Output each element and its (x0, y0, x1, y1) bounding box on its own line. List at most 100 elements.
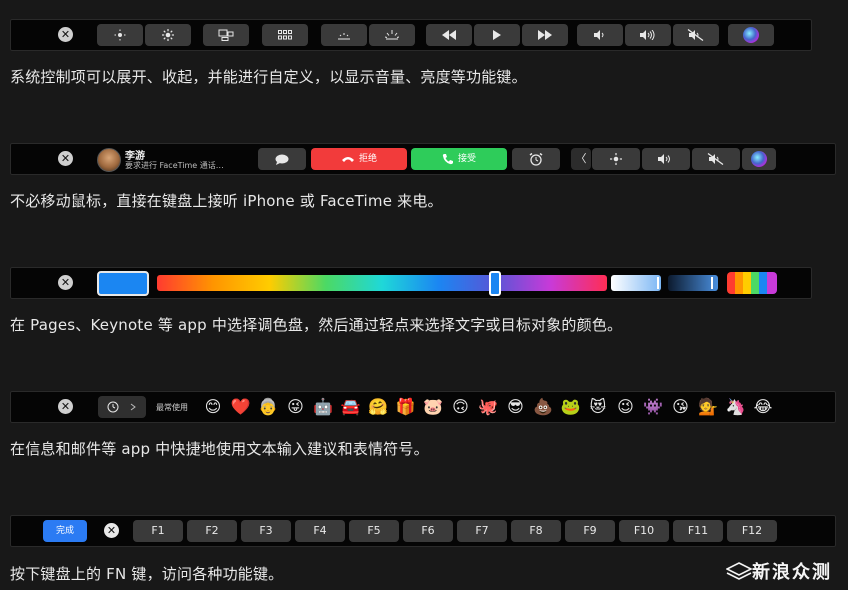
brightness-button[interactable] (592, 148, 640, 170)
fast-forward-button[interactable] (522, 24, 568, 46)
hue-slider[interactable] (157, 275, 607, 291)
siri-button[interactable] (728, 24, 774, 46)
mute-button[interactable] (692, 148, 740, 170)
function-key-f11[interactable]: F11 (673, 520, 723, 542)
decline-button[interactable]: 拒绝 (311, 148, 407, 170)
function-key-f8[interactable]: F8 (511, 520, 561, 542)
selected-color-swatch[interactable] (97, 271, 149, 296)
tint-slider[interactable] (611, 275, 661, 291)
emoji-button[interactable]: 🐸 (560, 396, 582, 418)
chevron-right-icon (130, 403, 136, 411)
volume-low-icon (594, 30, 604, 40)
emoji-button[interactable]: 😉 (615, 396, 637, 418)
message-bubble-icon (275, 154, 289, 165)
rewind-icon (442, 30, 456, 40)
emoji-button[interactable]: 🙃 (450, 396, 472, 418)
alarm-button[interactable] (512, 148, 560, 170)
mute-icon (707, 152, 724, 166)
play-icon (493, 30, 501, 40)
shade-slider-handle[interactable] (711, 277, 713, 289)
function-key-f3[interactable]: F3 (241, 520, 291, 542)
emoji-button[interactable]: 🦄 (725, 396, 747, 418)
emoji-button[interactable]: 🐙 (477, 396, 499, 418)
emoji-button[interactable]: 😊 (202, 396, 224, 418)
alarm-clock-icon (529, 152, 543, 166)
touchbar-emoji: ✕ 最常使用 😊 ❤️ 👵 😜 🤖 🚘 🤗 🎁 🐷 🙃 🐙 😎 💩 🐸 😻 😉 👾 😘 💁 🦄 😂 (10, 391, 836, 423)
tint-slider-handle[interactable] (657, 277, 659, 289)
mute-icon (687, 28, 704, 42)
avatar (97, 148, 121, 172)
caller-request: 要求进行 FaceTime 通话… (125, 161, 224, 170)
emoji-button[interactable]: 😂 (752, 396, 774, 418)
volume-button[interactable] (642, 148, 690, 170)
emoji-button[interactable]: 🎁 (395, 396, 417, 418)
function-key-f12[interactable]: F12 (727, 520, 777, 542)
caption-system-controls: 系统控制项可以展开、收起，并能进行自定义，以显示音量、亮度等功能键。 (10, 68, 527, 86)
function-key-f4[interactable]: F4 (295, 520, 345, 542)
siri-icon (743, 27, 759, 43)
hang-up-icon (341, 156, 354, 162)
caption-emoji: 在信息和邮件等 app 中快捷地使用文本输入建议和表情符号。 (10, 440, 429, 458)
function-key-f2[interactable]: F2 (187, 520, 237, 542)
caption-function-keys: 按下键盘上的 FN 键，访问各种功能键。 (10, 565, 284, 583)
volume-down-button[interactable] (577, 24, 623, 46)
rewind-button[interactable] (426, 24, 472, 46)
emoji-button[interactable]: 💩 (532, 396, 554, 418)
brightness-icon (610, 153, 622, 165)
emoji-button[interactable]: 😘 (670, 396, 692, 418)
function-key-f6[interactable]: F6 (403, 520, 453, 542)
function-key-f1[interactable]: F1 (133, 520, 183, 542)
keyboard-brightness-low-icon (338, 33, 350, 40)
keyboard-brightness-high-icon (384, 30, 400, 40)
decline-label: 拒绝 (358, 154, 377, 164)
mission-control-button[interactable] (203, 24, 249, 46)
emoji-button[interactable]: 😻 (587, 396, 609, 418)
close-icon[interactable]: ✕ (58, 151, 73, 166)
emoji-button[interactable]: 🐷 (422, 396, 444, 418)
emoji-button[interactable]: 👾 (642, 396, 664, 418)
emoji-button[interactable]: 😜 (285, 396, 307, 418)
function-key-f5[interactable]: F5 (349, 520, 399, 542)
emoji-category-button[interactable] (98, 396, 146, 418)
function-key-f10[interactable]: F10 (619, 520, 669, 542)
brightness-down-button[interactable] (97, 24, 143, 46)
siri-button[interactable] (742, 148, 776, 170)
frequently-used-label: 最常使用 (156, 403, 188, 412)
chevron-left-icon: 〈 (575, 152, 587, 165)
brightness-up-button[interactable] (145, 24, 191, 46)
siri-icon (751, 151, 767, 167)
collapse-controls-button[interactable]: 〈 (571, 148, 591, 170)
close-icon[interactable]: ✕ (58, 27, 73, 42)
keyboard-brightness-up-button[interactable] (369, 24, 415, 46)
mute-button[interactable] (673, 24, 719, 46)
emoji-button[interactable]: 🤖 (312, 396, 334, 418)
emoji-button[interactable]: 🤗 (367, 396, 389, 418)
close-icon[interactable]: ✕ (104, 523, 119, 538)
function-key-f7[interactable]: F7 (457, 520, 507, 542)
touchbar-function-keys: 完成 ✕ F1 F2 F3 F4 F5 F6 F7 F8 F9 F10 F11 F12 (10, 515, 836, 547)
close-icon[interactable]: ✕ (58, 399, 73, 414)
brightness-low-icon (114, 29, 126, 41)
mission-control-icon (218, 29, 234, 41)
launchpad-button[interactable] (262, 24, 308, 46)
volume-up-button[interactable] (625, 24, 671, 46)
emoji-button[interactable]: 😎 (505, 396, 527, 418)
done-button[interactable]: 完成 (43, 520, 87, 542)
phone-icon (442, 153, 453, 164)
emoji-button[interactable]: ❤️ (230, 396, 252, 418)
watermark: 新浪众测 (752, 562, 832, 583)
emoji-button[interactable]: 👵 (257, 396, 279, 418)
brightness-high-icon (162, 29, 174, 41)
emoji-button[interactable]: 🚘 (340, 396, 362, 418)
function-key-f9[interactable]: F9 (565, 520, 615, 542)
play-button[interactable] (474, 24, 520, 46)
color-palette-button[interactable] (727, 272, 777, 294)
accept-label: 接受 (457, 154, 476, 164)
sina-logo-icon (726, 562, 752, 580)
emoji-button[interactable]: 💁 (697, 396, 719, 418)
accept-button[interactable]: 接受 (411, 148, 507, 170)
hue-slider-handle[interactable] (489, 271, 501, 296)
close-icon[interactable]: ✕ (58, 275, 73, 290)
keyboard-brightness-down-button[interactable] (321, 24, 367, 46)
message-button[interactable] (258, 148, 306, 170)
